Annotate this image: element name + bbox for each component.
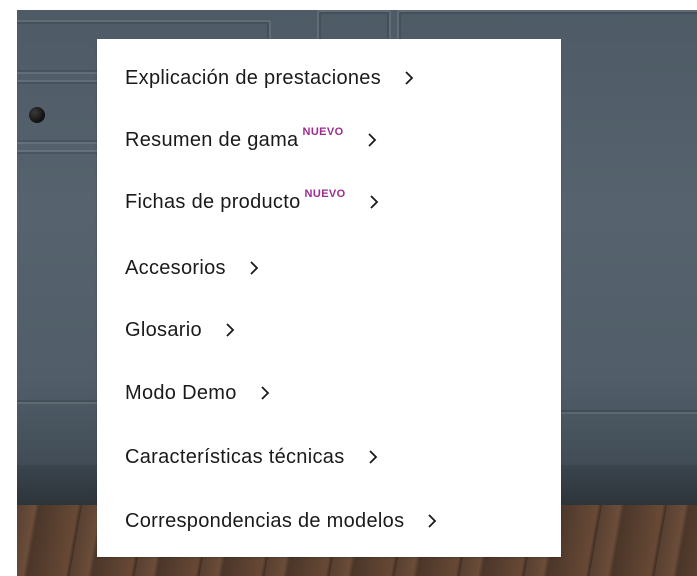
new-badge: NUEVO: [304, 188, 346, 200]
chevron-right-icon: [422, 511, 442, 531]
menu-item-label: Resumen de gama: [125, 129, 299, 151]
chevron-right-icon: [220, 320, 240, 340]
menu-item-label: Correspondencias de modelos: [125, 510, 405, 532]
menu-item-label: Accesorios: [125, 257, 226, 279]
chevron-right-icon: [364, 192, 384, 212]
chevron-right-icon: [255, 383, 275, 403]
chevron-right-icon: [399, 68, 419, 88]
chevron-right-icon: [244, 258, 264, 278]
menu-item-correspondencias-de-modelos[interactable]: Correspondencias de modelos: [125, 506, 442, 536]
menu-item-label: Fichas de producto: [125, 191, 301, 213]
menu-item-caracteristicas-tecnicas[interactable]: Características técnicas: [125, 442, 383, 472]
menu-item-label: Glosario: [125, 319, 202, 341]
menu-item-accesorios[interactable]: Accesorios: [125, 253, 264, 283]
menu-item-label: Explicación de prestaciones: [125, 67, 382, 89]
navigation-menu: Explicación de prestaciones Resumen de g…: [97, 39, 561, 557]
menu-item-resumen-de-gama[interactable]: Resumen de gama NUEVO: [125, 125, 382, 155]
chevron-right-icon: [362, 130, 382, 150]
menu-item-fichas-de-producto[interactable]: Fichas de producto NUEVO: [125, 187, 384, 217]
menu-item-label: Características técnicas: [125, 446, 345, 468]
menu-item-explicacion-de-prestaciones[interactable]: Explicación de prestaciones: [125, 63, 419, 93]
new-badge: NUEVO: [302, 126, 344, 138]
menu-item-label: Modo Demo: [125, 382, 237, 404]
cabinet-knob: [29, 107, 45, 123]
chevron-right-icon: [363, 447, 383, 467]
menu-item-glosario[interactable]: Glosario: [125, 315, 240, 345]
menu-item-modo-demo[interactable]: Modo Demo: [125, 378, 275, 408]
screen: Explicación de prestaciones Resumen de g…: [0, 0, 697, 576]
